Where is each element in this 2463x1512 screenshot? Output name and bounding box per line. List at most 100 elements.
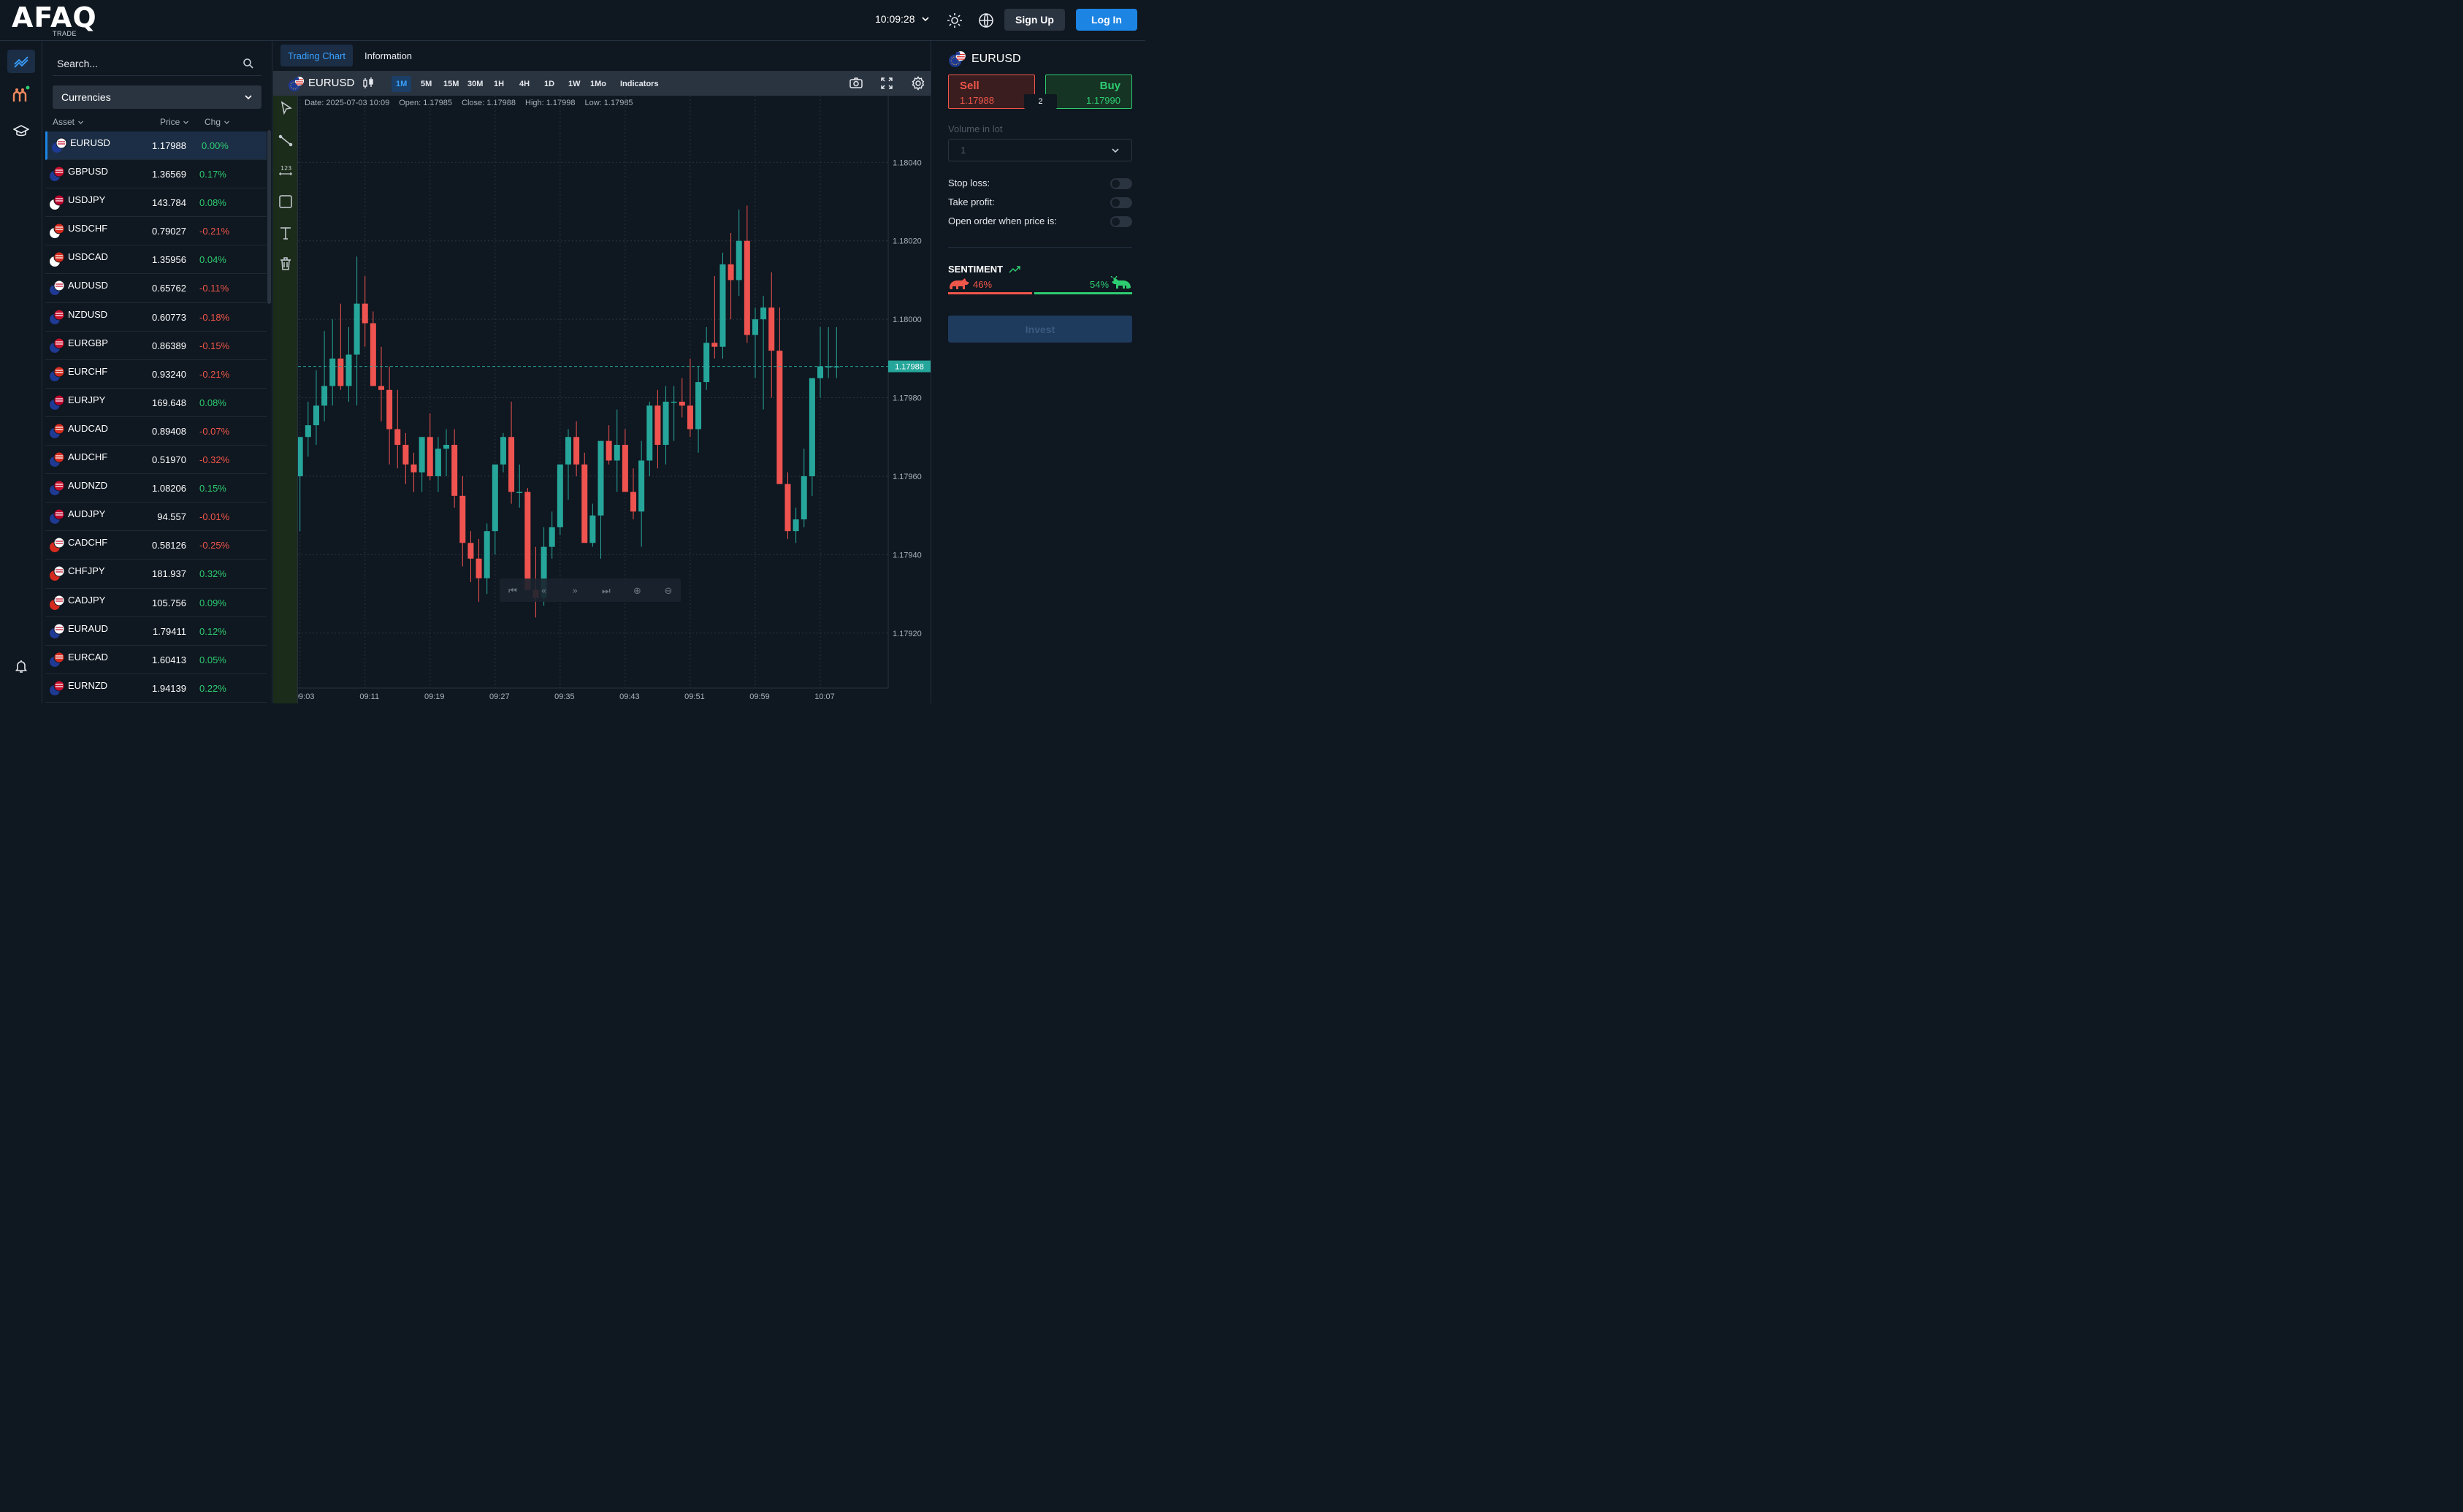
candle-body[interactable] (817, 366, 824, 378)
candle-body[interactable] (622, 445, 628, 492)
rail-promo-button[interactable] (7, 83, 35, 107)
candle-body[interactable] (476, 558, 482, 579)
candle-body[interactable] (736, 240, 742, 280)
candle-body[interactable] (467, 543, 474, 559)
candle-body[interactable] (362, 303, 368, 324)
measure-numbers-icon[interactable]: 123 (278, 163, 294, 179)
log-in-button[interactable]: Log In (1076, 9, 1137, 31)
sign-up-button[interactable]: Sign Up (1004, 9, 1065, 31)
candle-body[interactable] (776, 351, 783, 484)
candle-body[interactable] (378, 386, 384, 390)
candle-body[interactable] (630, 492, 637, 512)
table-row[interactable]: EURCHF 0.93240 -0.21% (45, 360, 267, 389)
buy-button[interactable]: Buy 1.17990 (1045, 75, 1132, 109)
table-row[interactable]: EURNZD 1.94139 0.22% (45, 674, 267, 703)
candle-body[interactable] (549, 527, 555, 547)
stop-loss-toggle[interactable] (1110, 178, 1132, 189)
zoom-out-icon[interactable]: ⊖ (665, 586, 673, 597)
table-row[interactable]: EURJPY 169.648 0.08% (45, 389, 267, 417)
category-select[interactable]: Currencies (53, 85, 261, 109)
candle-body[interactable] (654, 405, 661, 446)
candle-body[interactable] (744, 240, 750, 335)
candle-body[interactable] (695, 382, 702, 429)
candle-body[interactable] (728, 264, 734, 280)
timeframe-1mo[interactable]: 1Mo (586, 76, 611, 92)
candle-body[interactable] (298, 437, 303, 476)
candle-body[interactable] (565, 437, 571, 465)
candle-body[interactable] (752, 319, 758, 335)
candle-body[interactable] (492, 464, 498, 532)
camera-icon[interactable] (849, 76, 863, 91)
tab-trading-chart[interactable]: Trading Chart (280, 45, 353, 66)
search-icon[interactable] (243, 58, 254, 69)
candle-body[interactable] (793, 519, 799, 532)
table-row[interactable]: EURGBP 0.86389 -0.15% (45, 332, 267, 360)
candle-body[interactable] (614, 445, 620, 461)
candle-body[interactable] (402, 445, 409, 465)
price-chart[interactable]: Date: 2025-07-03 10:09 Open: 1.17985 Clo… (298, 96, 931, 703)
asset-column-header[interactable]: Asset (53, 117, 84, 127)
candlestick-chart[interactable]: 1.18040 1.18020 1.18000 1.17980 1.17960 1.179… (298, 96, 931, 703)
rail-chart-button[interactable] (7, 50, 35, 73)
candle-body[interactable] (500, 437, 506, 465)
candle-body[interactable] (484, 531, 490, 579)
timeframe-1w[interactable]: 1W (564, 76, 585, 92)
candle-body[interactable] (711, 343, 718, 347)
table-row[interactable]: USDCAD 1.35956 0.04% (45, 245, 267, 275)
rail-notifications-button[interactable] (7, 654, 35, 678)
clock-dropdown[interactable]: 10:09:28 (875, 13, 930, 25)
candle-body[interactable] (524, 492, 531, 590)
candle-body[interactable] (703, 343, 710, 383)
table-row[interactable]: CADJPY 105.756 0.09% (45, 589, 267, 617)
candle-body[interactable] (606, 440, 612, 461)
table-row[interactable]: AUDCAD 0.89408 -0.07% (45, 417, 267, 446)
afaq-logo[interactable]: AFAQ TRADE (12, 3, 114, 38)
text-tool-icon[interactable] (278, 225, 294, 241)
trash-icon[interactable] (278, 256, 294, 272)
nav-back-icon[interactable]: « (541, 586, 547, 597)
candle-body[interactable] (427, 437, 433, 476)
timeframe-15m[interactable]: 15M (439, 76, 463, 92)
candle-body[interactable] (589, 515, 596, 543)
trend-line-icon[interactable] (278, 132, 294, 148)
timeframe-4h[interactable]: 4H (515, 76, 534, 92)
candle-body[interactable] (386, 389, 393, 429)
candle-body[interactable] (313, 405, 319, 426)
nav-forward-icon[interactable]: » (572, 586, 578, 597)
table-row[interactable]: GBPUSD 1.36569 0.17% (45, 160, 267, 189)
timeframe-1h[interactable]: 1H (489, 76, 508, 92)
candle-body[interactable] (321, 386, 328, 406)
table-row[interactable]: EURUSD 1.17988 0.00% (45, 131, 267, 161)
table-row[interactable]: CADCHF 0.58126 -0.25% (45, 531, 267, 560)
rectangle-icon[interactable] (278, 194, 294, 210)
candle-body[interactable] (573, 437, 580, 465)
candle-body[interactable] (329, 358, 336, 386)
candlestick-type-icon[interactable] (362, 77, 374, 90)
take-profit-toggle[interactable] (1110, 197, 1132, 208)
sell-button[interactable]: Sell 1.17988 (948, 75, 1035, 109)
candle-body[interactable] (435, 448, 441, 476)
table-row[interactable]: USDJPY 143.784 0.08% (45, 188, 267, 218)
timeframe-30m[interactable]: 30M (463, 76, 487, 92)
change-column-header[interactable]: Chg (205, 117, 230, 127)
cursor-arrow-icon[interactable] (278, 100, 294, 116)
candle-body[interactable] (687, 405, 693, 429)
chart-symbol[interactable]: EURUSD (308, 77, 354, 89)
candle-body[interactable] (410, 464, 417, 473)
fullscreen-icon[interactable] (880, 77, 893, 90)
candle-body[interactable] (345, 354, 352, 386)
volume-select[interactable]: 1 (948, 139, 1132, 161)
price-column-header[interactable]: Price (160, 117, 189, 127)
candle-body[interactable] (662, 401, 669, 446)
candle-body[interactable] (638, 460, 645, 512)
timeframe-1m[interactable]: 1M (392, 76, 412, 92)
candle-body[interactable] (784, 484, 791, 532)
candle-body[interactable] (760, 308, 767, 320)
candle-body[interactable] (451, 445, 458, 496)
candle-body[interactable] (443, 445, 450, 449)
nav-first-icon[interactable]: ⏮ (508, 586, 517, 597)
rail-academy-button[interactable] (7, 120, 35, 143)
candle-body[interactable] (305, 425, 311, 438)
candle-body[interactable] (508, 437, 515, 492)
candle-body[interactable] (516, 492, 523, 493)
